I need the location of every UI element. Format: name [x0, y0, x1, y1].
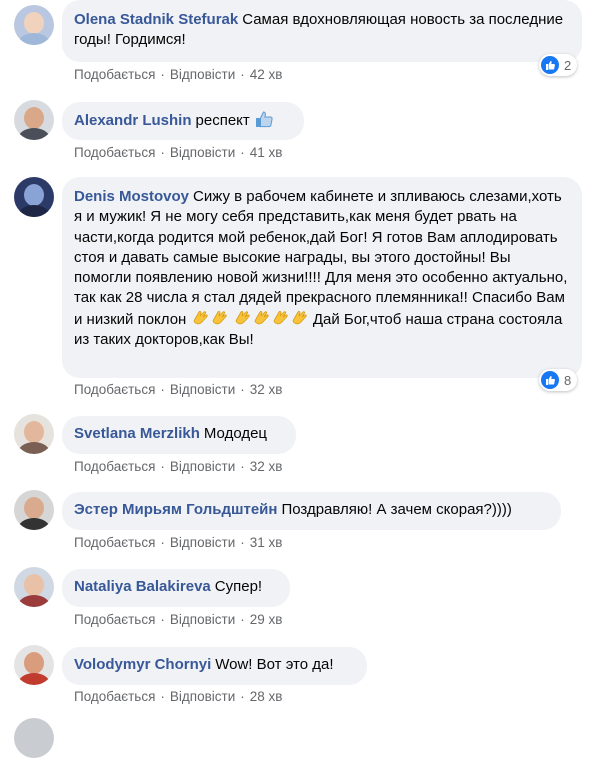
comment-author[interactable]: Svetlana Merzlikh: [74, 425, 200, 442]
comment-time[interactable]: 29 хв: [250, 612, 283, 627]
comment-time[interactable]: 42 хв: [250, 67, 283, 82]
comment-time[interactable]: 31 хв: [250, 535, 283, 550]
reply-link[interactable]: Відповісти: [170, 382, 235, 397]
clapping-hands-icon: [273, 310, 288, 325]
comment-author[interactable]: Denis Mostovoy: [74, 188, 189, 205]
comment-actions: Подобається · Відповісти · 32 хв: [74, 459, 283, 474]
avatar[interactable]: [14, 5, 54, 45]
comment-author[interactable]: Olena Stadnik Stefurak: [74, 11, 238, 28]
comment-bubble: Эстер Мирьям Гольдштейн Поздравляю! А зач…: [62, 492, 561, 530]
comment-actions: Подобається · Відповісти · 28 хв: [74, 689, 283, 704]
like-link[interactable]: Подобається: [74, 535, 155, 550]
reply-link[interactable]: Відповісти: [170, 535, 235, 550]
comment-time[interactable]: 28 хв: [250, 689, 283, 704]
comment-author[interactable]: Nataliya Balakireva: [74, 578, 211, 595]
clapping-hands-icon: [212, 310, 227, 325]
like-link[interactable]: Подобається: [74, 459, 155, 474]
reaction-count-value: 8: [564, 372, 572, 388]
comment-time[interactable]: 32 хв: [250, 459, 283, 474]
reaction-count[interactable]: 8: [539, 369, 578, 391]
comment-author[interactable]: Эстер Мирьям Гольдштейн: [74, 501, 277, 518]
reply-link[interactable]: Відповісти: [170, 689, 235, 704]
comment-actions: Подобається · Відповісти · 31 хв: [74, 535, 283, 550]
clapping-hands-icon: [254, 310, 269, 325]
comment-bubble: Nataliya Balakireva Супер!: [62, 569, 290, 607]
avatar[interactable]: [14, 177, 54, 217]
comment-author[interactable]: Alexandr Lushin: [74, 112, 192, 129]
comment-actions: Подобається · Відповісти · 42 хв: [74, 67, 283, 82]
avatar[interactable]: [14, 414, 54, 454]
like-link[interactable]: Подобається: [74, 145, 155, 160]
like-link[interactable]: Подобається: [74, 382, 155, 397]
comment-text: Сижу в рабочем кабинете и зпливаюсь слез…: [74, 188, 568, 328]
comment-bubble: Olena Stadnik Stefurak Самая вдохновляюща…: [62, 0, 582, 62]
comment-bubble: Volodymyr Chornyi Wow! Вот это да!: [62, 647, 367, 685]
clapping-hands-icon: [193, 310, 208, 325]
like-link[interactable]: Подобається: [74, 67, 155, 82]
reply-link[interactable]: Відповісти: [170, 145, 235, 160]
comment-time[interactable]: 41 хв: [250, 145, 283, 160]
clapping-hands-icon: [292, 310, 307, 325]
clapping-hands-icon: [235, 310, 250, 325]
comment-text: Мододец: [203, 425, 268, 442]
comment-text: Wow! Вот это да!: [215, 656, 334, 673]
comment-bubble: Svetlana Merzlikh Мододец: [62, 416, 296, 454]
comment-actions: Подобається · Відповісти · 41 хв: [74, 145, 283, 160]
comment-actions: Подобається · Відповісти · 29 хв: [74, 612, 283, 627]
reaction-count-value: 2: [564, 57, 572, 73]
like-reaction-icon: [541, 56, 559, 74]
comment-bubble: Denis Mostovoy Сижу в рабочем кабинете и …: [62, 177, 582, 378]
like-reaction-icon: [541, 371, 559, 389]
avatar[interactable]: [14, 567, 54, 607]
comment-text: Поздравляю! А зачем скорая?)))): [281, 501, 512, 518]
avatar[interactable]: [14, 718, 54, 758]
like-link[interactable]: Подобається: [74, 612, 155, 627]
reply-link[interactable]: Відповісти: [170, 67, 235, 82]
comment-text: респект: [195, 112, 250, 129]
reply-link[interactable]: Відповісти: [170, 459, 235, 474]
avatar[interactable]: [14, 490, 54, 530]
thumbs-up-emoji-icon: [255, 111, 273, 128]
avatar[interactable]: [14, 645, 54, 685]
comment-author[interactable]: Volodymyr Chornyi: [74, 656, 211, 673]
comment-bubble: Alexandr Lushin респект: [62, 102, 304, 140]
comment-actions: Подобається · Відповісти · 32 хв: [74, 382, 283, 397]
reaction-count[interactable]: 2: [539, 54, 578, 76]
comment-time[interactable]: 32 хв: [250, 382, 283, 397]
reply-link[interactable]: Відповісти: [170, 612, 235, 627]
comment-text: Супер!: [214, 578, 263, 595]
like-link[interactable]: Подобається: [74, 689, 155, 704]
avatar[interactable]: [14, 100, 54, 140]
